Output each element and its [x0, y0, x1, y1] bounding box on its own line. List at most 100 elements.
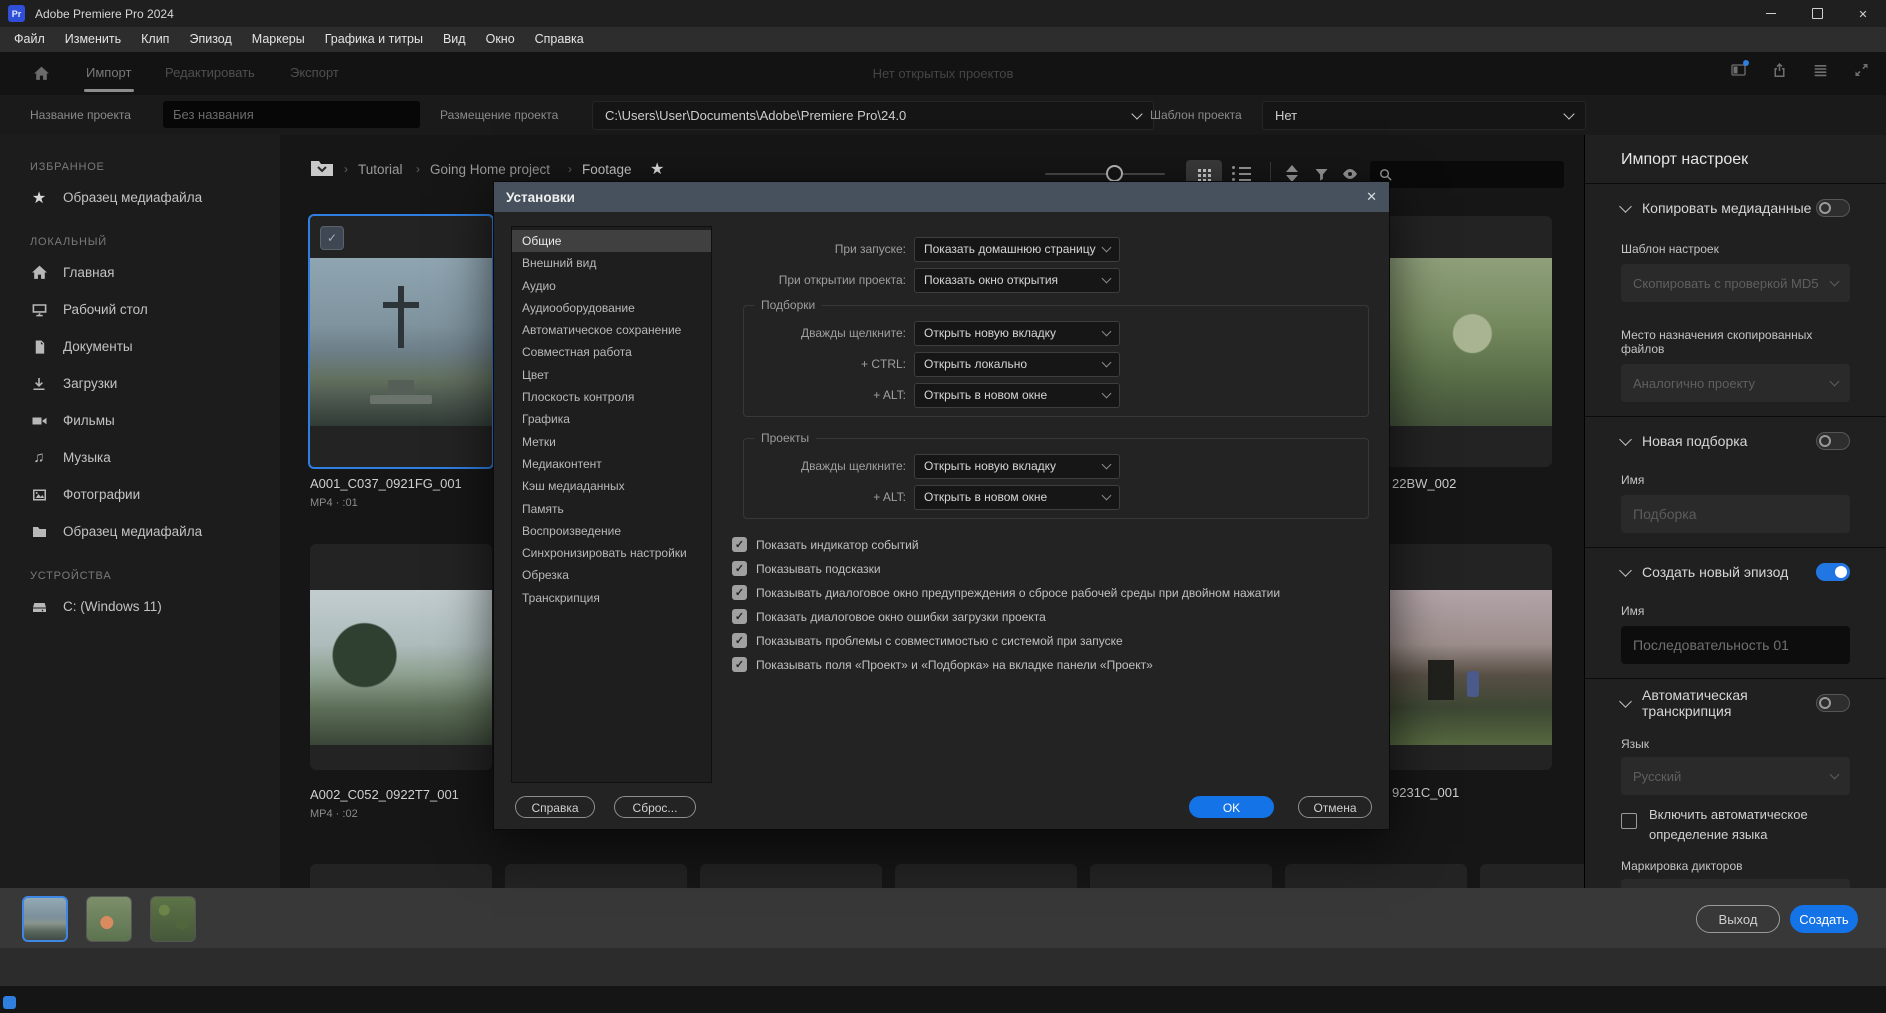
- prefs-nav-collaboration[interactable]: Совместная работа: [512, 341, 711, 363]
- clip-thumbnail-foliage[interactable]: [150, 896, 196, 942]
- auto-transcription-toggle[interactable]: [1816, 694, 1850, 712]
- media-card-partial[interactable]: [1090, 864, 1272, 888]
- fullscreen-icon[interactable]: [1853, 62, 1870, 78]
- zoom-slider-knob[interactable]: [1106, 165, 1123, 182]
- speaker-labeling-select[interactable]: Select an option: [1621, 879, 1850, 888]
- dialog-close-icon[interactable]: [1366, 189, 1377, 205]
- menu-view[interactable]: Вид: [433, 27, 476, 52]
- cancel-button[interactable]: Отмена: [1298, 796, 1372, 818]
- prefs-nav-transcription[interactable]: Транскрипция: [512, 587, 711, 609]
- prefs-nav-general[interactable]: Общие: [512, 230, 711, 252]
- prefs-nav-media[interactable]: Медиаконтент: [512, 453, 711, 475]
- sidebar-item-movies[interactable]: Фильмы: [0, 402, 280, 439]
- media-card-partial[interactable]: [895, 864, 1077, 888]
- checkbox-checked-icon[interactable]: [732, 609, 747, 624]
- clip-thumbnail-grass[interactable]: [86, 896, 132, 942]
- projects-alt-select[interactable]: Открыть в новом окне: [914, 485, 1120, 510]
- menu-window[interactable]: Окно: [476, 27, 525, 52]
- maximize-button[interactable]: [1794, 0, 1840, 27]
- workspace-panel-icon[interactable]: [1730, 62, 1747, 78]
- prefs-nav-sync-settings[interactable]: Синхронизировать настройки: [512, 542, 711, 564]
- checkbox-checked-icon[interactable]: [732, 633, 747, 648]
- menu-clip[interactable]: Клип: [131, 27, 179, 52]
- chevron-down-icon[interactable]: [1619, 564, 1632, 577]
- media-card-3-thumbnail[interactable]: [1375, 216, 1552, 467]
- dialog-title-bar[interactable]: Установки: [494, 182, 1389, 212]
- menu-help[interactable]: Справка: [525, 27, 594, 52]
- chevron-down-icon[interactable]: [1619, 695, 1632, 708]
- on-project-open-select[interactable]: Показать окно открытия: [914, 268, 1120, 293]
- ok-button[interactable]: OK: [1189, 796, 1274, 818]
- favorite-star-icon[interactable]: [650, 159, 664, 179]
- help-button[interactable]: Справка: [515, 796, 595, 818]
- media-card-2-thumbnail[interactable]: [310, 544, 492, 770]
- share-icon[interactable]: [1771, 62, 1788, 78]
- selected-clip-thumbnail-cross[interactable]: [22, 896, 68, 942]
- checkbox-checked-icon[interactable]: [732, 537, 747, 552]
- at-startup-select[interactable]: Показать домашнюю страницу: [914, 237, 1120, 262]
- prefs-nav-control-surface[interactable]: Плоскость контроля: [512, 386, 711, 408]
- stack-menu-icon[interactable]: [1812, 62, 1829, 78]
- filter-icon[interactable]: [1313, 166, 1330, 182]
- bins-ctrl-select[interactable]: Открыть локально: [914, 352, 1120, 377]
- sequence-name-input[interactable]: Последовательность 01: [1621, 626, 1850, 664]
- reset-button[interactable]: Сброс...: [614, 796, 696, 818]
- breadcrumb-tutorial[interactable]: Tutorial: [358, 162, 403, 177]
- menu-sequence[interactable]: Эпизод: [179, 27, 241, 52]
- breadcrumb-footage[interactable]: Footage: [582, 162, 632, 177]
- bin-name-input[interactable]: Подборка: [1621, 495, 1850, 533]
- menu-file[interactable]: Файл: [4, 27, 55, 52]
- sidebar-item-c-drive[interactable]: C: (Windows 11): [0, 588, 280, 625]
- exit-button[interactable]: Выход: [1696, 905, 1780, 933]
- checkbox-checked-icon[interactable]: [732, 585, 747, 600]
- project-location-select[interactable]: C:\Users\User\Documents\Adobe\Premiere P…: [592, 101, 1154, 130]
- chevron-down-icon[interactable]: [1619, 200, 1632, 213]
- selected-check-badge[interactable]: [320, 226, 344, 250]
- menu-graphics[interactable]: Графика и титры: [315, 27, 433, 52]
- prefs-nav-trim[interactable]: Обрезка: [512, 564, 711, 586]
- prefs-nav-labels[interactable]: Метки: [512, 431, 711, 453]
- auto-language-checkbox[interactable]: [1621, 813, 1637, 829]
- checkbox-checked-icon[interactable]: [732, 657, 747, 672]
- media-card-partial[interactable]: [1480, 864, 1584, 888]
- language-select[interactable]: Русский: [1621, 757, 1850, 795]
- preview-eye-icon[interactable]: [1341, 167, 1359, 181]
- prefs-nav-memory[interactable]: Память: [512, 498, 711, 520]
- media-card-1-thumbnail[interactable]: [308, 214, 494, 469]
- sort-button[interactable]: [1286, 165, 1298, 182]
- prefs-nav-audio[interactable]: Аудио: [512, 275, 711, 297]
- bins-double-click-select[interactable]: Открыть новую вкладку: [914, 321, 1120, 346]
- new-sequence-toggle[interactable]: [1816, 563, 1850, 581]
- media-card-4-thumbnail[interactable]: [1375, 544, 1552, 770]
- settings-template-select[interactable]: Скопировать с проверкой MD5: [1621, 264, 1850, 302]
- copy-media-toggle[interactable]: [1816, 199, 1850, 217]
- copy-destination-select[interactable]: Аналогично проекту: [1621, 364, 1850, 402]
- sidebar-item-sample-media-folder[interactable]: Образец медиафайла: [0, 513, 280, 550]
- project-template-select[interactable]: Нет: [1262, 101, 1586, 130]
- new-bin-toggle[interactable]: [1816, 432, 1850, 450]
- minimize-button[interactable]: [1748, 0, 1794, 27]
- media-card-partial[interactable]: [310, 864, 492, 888]
- prefs-nav-color[interactable]: Цвет: [512, 364, 711, 386]
- breadcrumb-going-home-project[interactable]: Going Home project: [430, 162, 550, 177]
- sidebar-item-documents[interactable]: Документы: [0, 328, 280, 365]
- prefs-nav-appearance[interactable]: Внешний вид: [512, 252, 711, 274]
- prefs-nav-graphics[interactable]: Графика: [512, 408, 711, 430]
- media-card-partial[interactable]: [700, 864, 882, 888]
- bins-alt-select[interactable]: Открыть в новом окне: [914, 383, 1120, 408]
- search-input[interactable]: [1370, 161, 1564, 188]
- media-card-partial[interactable]: [505, 864, 687, 888]
- prefs-nav-playback[interactable]: Воспроизведение: [512, 520, 711, 542]
- sidebar-item-photos[interactable]: Фотографии: [0, 476, 280, 513]
- sidebar-item-downloads[interactable]: Загрузки: [0, 365, 280, 402]
- thumbnail-zoom-slider[interactable]: [1045, 173, 1165, 175]
- create-button[interactable]: Создать: [1790, 905, 1858, 933]
- sidebar-item-desktop[interactable]: Рабочий стол: [0, 291, 280, 328]
- folder-dropdown-icon[interactable]: [310, 159, 334, 177]
- menu-markers[interactable]: Маркеры: [242, 27, 315, 52]
- projects-double-click-select[interactable]: Открыть новую вкладку: [914, 454, 1120, 479]
- checkbox-checked-icon[interactable]: [732, 561, 747, 576]
- menu-edit[interactable]: Изменить: [55, 27, 131, 52]
- media-card-partial[interactable]: [1285, 864, 1467, 888]
- sidebar-item-home[interactable]: Главная: [0, 254, 280, 291]
